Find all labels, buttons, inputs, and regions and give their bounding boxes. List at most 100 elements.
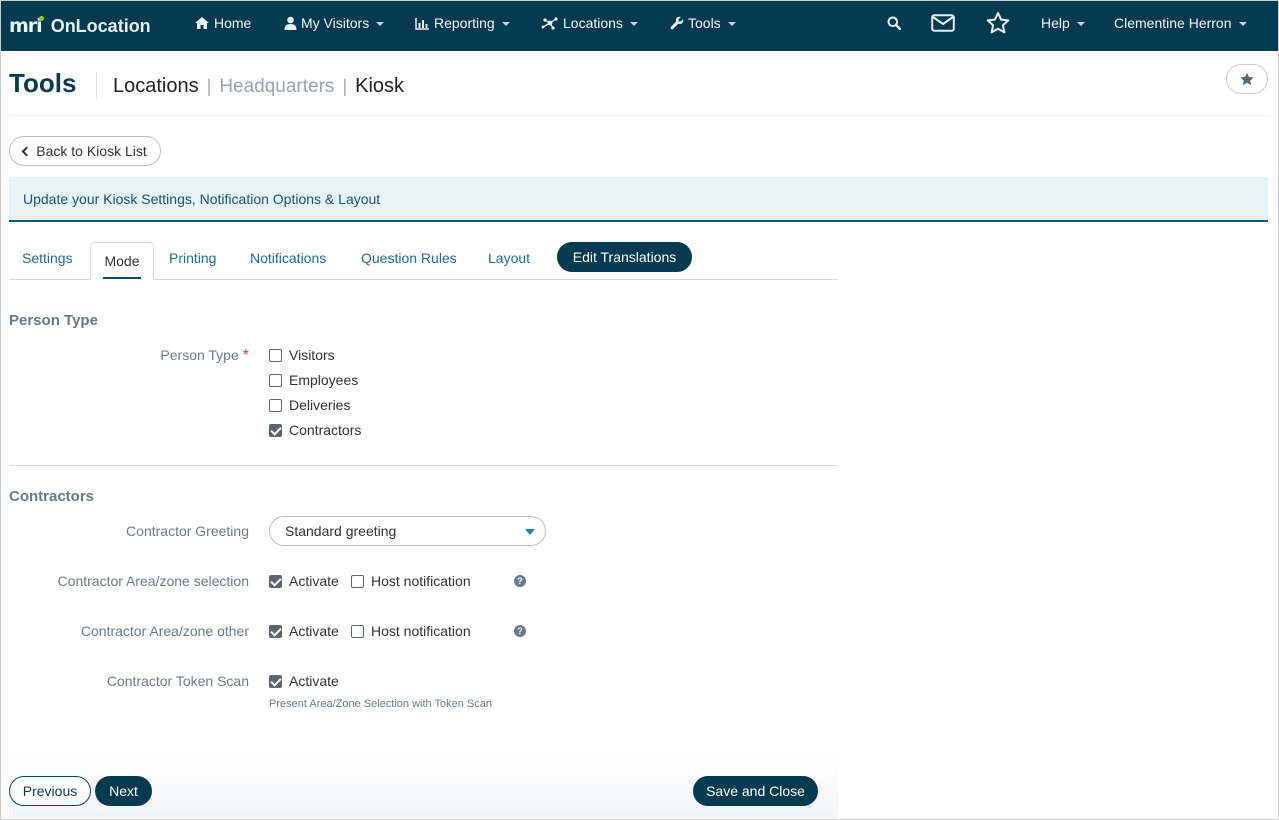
save-and-close-label: Save and Close: [706, 783, 805, 799]
contractor-greeting-select[interactable]: Standard greeting: [269, 516, 546, 546]
brand[interactable]: mri OnLocation: [9, 11, 151, 41]
person-type-label-wrap: Person Type *: [0, 344, 249, 364]
tab-notifications[interactable]: Notifications: [250, 250, 326, 266]
nav-reporting-label: Reporting: [434, 15, 495, 31]
area-other-activate-checkbox[interactable]: [269, 625, 282, 638]
bar-chart-icon: [415, 17, 429, 30]
nav-tools[interactable]: Tools: [670, 1, 736, 45]
required-asterisk: *: [242, 347, 249, 364]
checkbox-visitors-label: Visitors: [289, 347, 335, 363]
messages-button[interactable]: [931, 1, 959, 45]
area-other-activate-label: Activate: [289, 623, 339, 639]
back-button-label: Back to Kiosk List: [36, 143, 147, 159]
greeting-label-wrap: Contractor Greeting: [0, 521, 249, 541]
edit-translations-label: Edit Translations: [572, 249, 677, 265]
token-scan-activate-checkbox[interactable]: [269, 675, 282, 688]
area-other-host-notification-checkbox[interactable]: [351, 625, 364, 638]
question-circle-icon[interactable]: ?: [514, 625, 526, 637]
nav-reporting[interactable]: Reporting: [415, 1, 510, 45]
tab-mode-label: Mode: [104, 253, 140, 269]
nav-help-label: Help: [1041, 15, 1070, 31]
token-scan-label: Contractor Token Scan: [106, 673, 249, 689]
user-icon: [284, 16, 297, 30]
area-selection-activate-label: Activate: [289, 573, 339, 589]
breadcrumb-separator: |: [342, 76, 348, 96]
token-scan-label-wrap: Contractor Token Scan: [0, 671, 249, 691]
area-selection-host-notification-label: Host notification: [371, 573, 471, 589]
tab-question-rules[interactable]: Question Rules: [361, 250, 457, 266]
wrench-icon: [670, 16, 684, 30]
section-heading-person-type: Person Type: [9, 312, 98, 329]
caret-down-icon: [525, 529, 535, 535]
contractor-greeting-label: Contractor Greeting: [126, 523, 249, 539]
app-frame: [0, 0, 1279, 820]
user-menu[interactable]: Clementine Herron: [1114, 1, 1247, 45]
checkbox-contractors-label: Contractors: [289, 422, 362, 438]
favorites-button[interactable]: [985, 1, 1015, 45]
star-icon: [1240, 72, 1254, 85]
area-zone-selection-label: Contractor Area/zone selection: [57, 573, 249, 589]
nav-help[interactable]: Help: [1041, 1, 1085, 45]
breadcrumb-headquarters[interactable]: Headquarters: [219, 76, 334, 98]
chevron-left-icon: [21, 146, 32, 157]
nav-tools-label: Tools: [688, 15, 721, 31]
chevron-down-icon: [727, 22, 736, 26]
chevron-down-icon: [1076, 22, 1085, 26]
checkbox-employees[interactable]: [269, 374, 282, 387]
area-zone-other-label: Contractor Area/zone other: [80, 623, 249, 639]
title-separator: [96, 72, 97, 100]
nav-home[interactable]: Home: [194, 1, 251, 45]
checkbox-visitors[interactable]: [269, 349, 282, 362]
info-banner-text: Update your Kiosk Settings, Notification…: [23, 190, 381, 207]
contractor-greeting-value: Standard greeting: [285, 523, 397, 539]
chevron-down-icon: [376, 22, 385, 26]
checkbox-contractors[interactable]: [269, 424, 282, 437]
token-scan-hint: Present Area/Zone Selection with Token S…: [269, 698, 492, 710]
top-navbar: mri OnLocation Home My Visitors Reportin…: [1, 1, 1278, 51]
area-other-host-notification-label: Host notification: [371, 623, 471, 639]
page-title: Tools: [9, 68, 77, 98]
search-icon: [887, 16, 901, 30]
tab-mode[interactable]: Mode: [90, 242, 154, 280]
checkbox-employees-label: Employees: [289, 372, 359, 388]
mri-logo: mri: [9, 15, 44, 37]
checkbox-deliveries-label: Deliveries: [289, 397, 351, 413]
nav-my-visitors-label: My Visitors: [301, 15, 370, 31]
nav-home-label: Home: [214, 15, 252, 31]
tab-layout[interactable]: Layout: [488, 250, 530, 266]
question-circle-icon[interactable]: ?: [514, 575, 526, 587]
add-favorite-button[interactable]: [1226, 64, 1268, 94]
save-and-close-button[interactable]: Save and Close: [693, 776, 818, 806]
nav-my-visitors[interactable]: My Visitors: [284, 1, 385, 45]
user-name: Clementine Herron: [1114, 15, 1232, 31]
network-icon: [541, 17, 558, 30]
previous-label: Previous: [22, 783, 78, 799]
nav-locations-label: Locations: [563, 15, 623, 31]
person-type-label: Person Type *: [160, 347, 249, 364]
token-scan-activate-label: Activate: [289, 673, 339, 689]
breadcrumb: Locations | Headquarters | Kiosk: [113, 75, 404, 98]
chevron-down-icon: [629, 22, 638, 26]
previous-button[interactable]: Previous: [9, 776, 91, 806]
breadcrumb-separator: |: [206, 76, 212, 96]
envelope-icon: [931, 14, 955, 32]
area-selection-host-notification-checkbox[interactable]: [351, 575, 364, 588]
edit-translations-button[interactable]: Edit Translations: [557, 242, 692, 272]
tab-settings[interactable]: Settings: [22, 250, 73, 266]
header-divider: [9, 115, 1268, 116]
area-selection-activate-checkbox[interactable]: [269, 575, 282, 588]
chevron-down-icon: [1238, 22, 1247, 26]
search-button[interactable]: [887, 1, 905, 45]
tab-printing[interactable]: Printing: [169, 250, 216, 266]
breadcrumb-locations[interactable]: Locations: [113, 75, 199, 98]
next-button[interactable]: Next: [95, 776, 152, 806]
brand-name: OnLocation: [50, 15, 151, 36]
chevron-down-icon: [501, 22, 510, 26]
breadcrumb-kiosk: Kiosk: [355, 75, 405, 97]
back-to-kiosk-list-button[interactable]: Back to Kiosk List: [9, 136, 161, 166]
section-heading-contractors: Contractors: [9, 488, 95, 505]
nav-locations[interactable]: Locations: [541, 1, 638, 45]
info-banner: Update your Kiosk Settings, Notification…: [9, 177, 1268, 222]
area-other-label-wrap: Contractor Area/zone other: [0, 621, 249, 641]
checkbox-deliveries[interactable]: [269, 399, 282, 412]
